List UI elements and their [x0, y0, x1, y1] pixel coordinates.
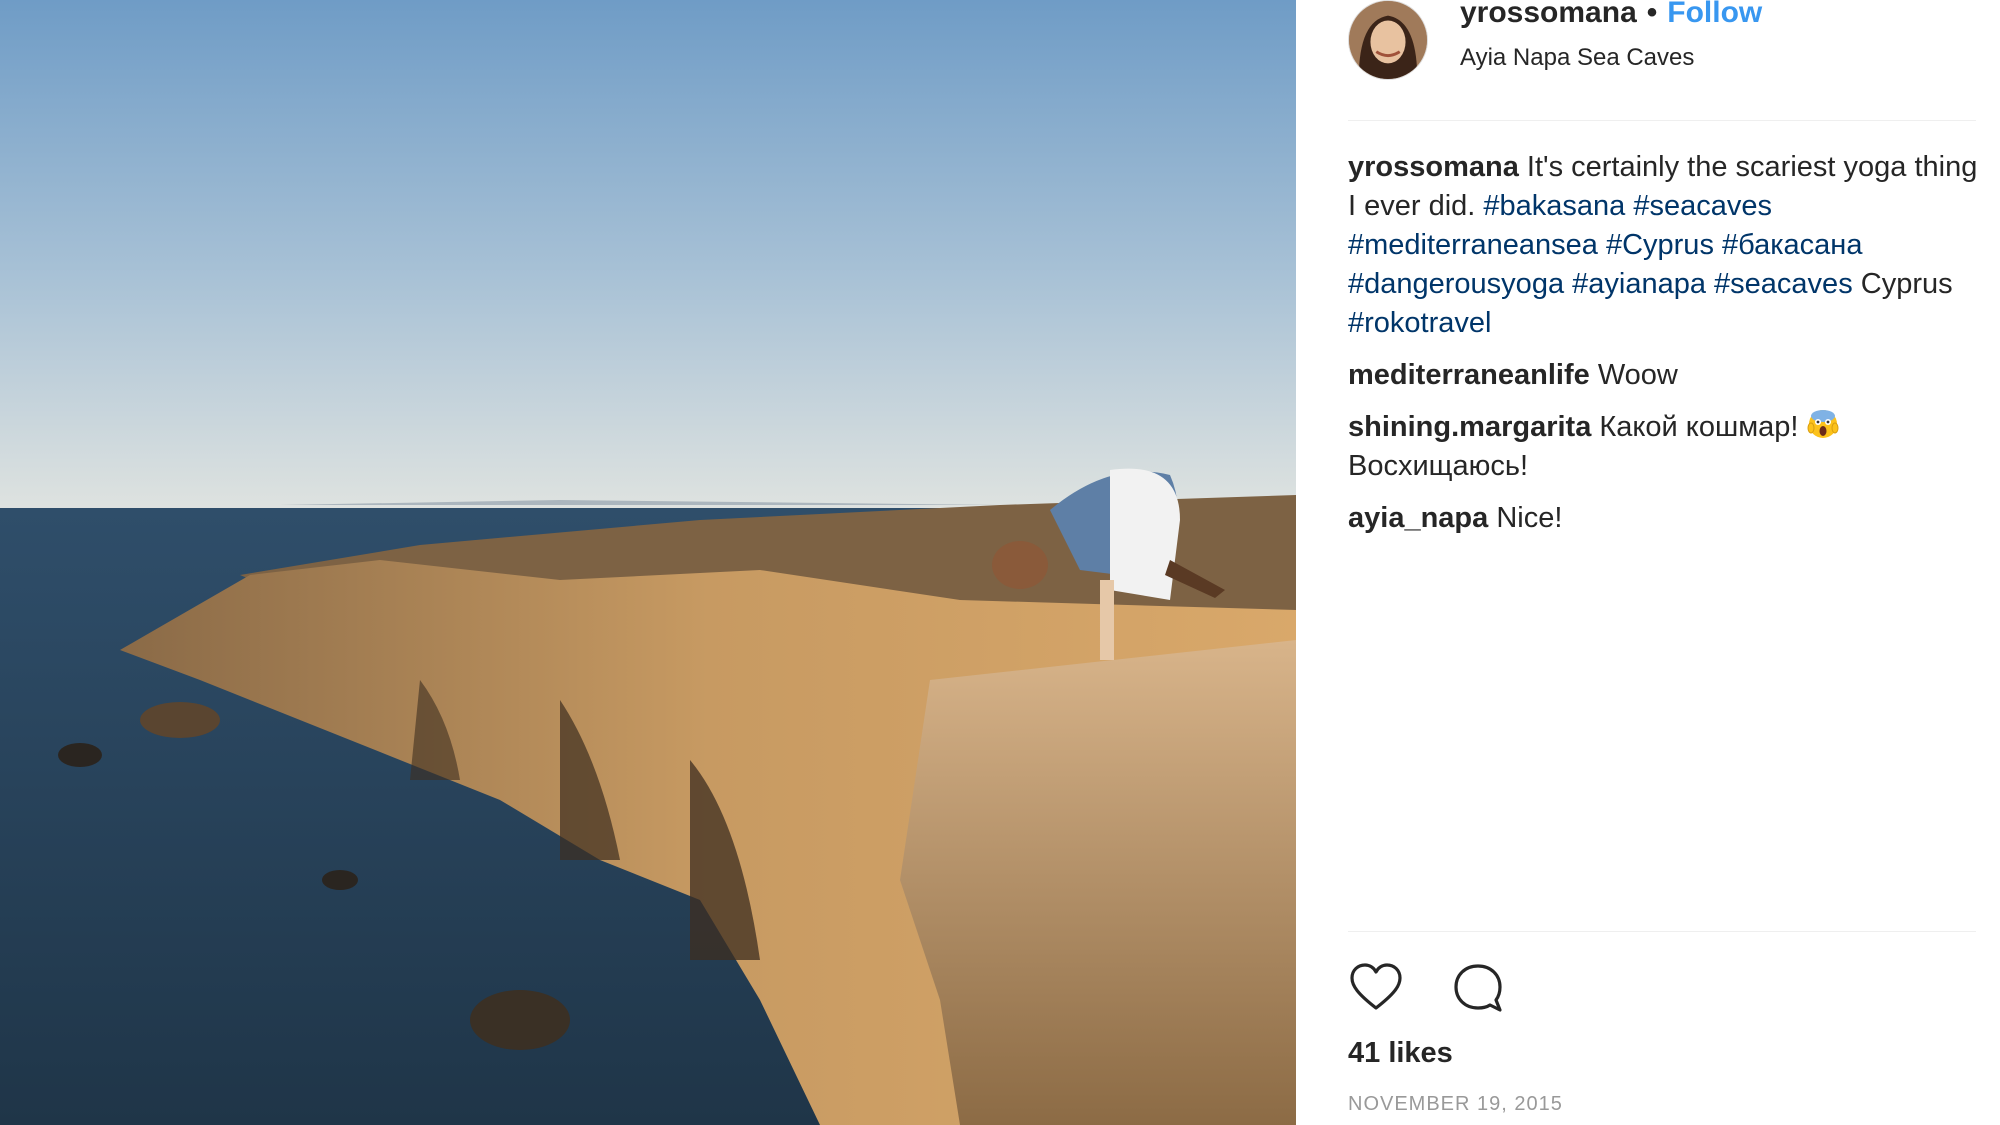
hashtag-link[interactable]: #bakasana	[1483, 190, 1625, 222]
comments-list: yrossomana It's certainly the scariest y…	[1348, 148, 1988, 551]
instagram-post: yrossomana • Follow Ayia Napa Sea Caves yr…	[0, 0, 2000, 1125]
comment-item: ayia_napa Nice!	[1348, 499, 1988, 538]
hashtag-link[interactable]: #seacaves	[1714, 268, 1853, 300]
avatar[interactable]	[1348, 0, 1428, 80]
comment-username[interactable]: ayia_napa	[1348, 502, 1488, 534]
hashtag-link[interactable]: #Cyprus	[1606, 229, 1714, 261]
heart-outline-icon	[1350, 963, 1402, 1010]
separator-dot: •	[1646, 0, 1658, 29]
hashtag-link[interactable]: #seacaves	[1633, 190, 1772, 222]
post-photo[interactable]	[0, 0, 1296, 1125]
comment-username[interactable]: yrossomana	[1348, 151, 1519, 183]
post-date[interactable]: NOVEMBER 19, 2015	[1348, 1093, 1563, 1116]
location-link[interactable]: Ayia Napa Sea Caves	[1460, 44, 1694, 72]
comment-text: Nice!	[1488, 502, 1563, 534]
comment-text	[1598, 229, 1606, 261]
likes-count[interactable]: 41 likes	[1348, 1037, 1453, 1070]
comment-text	[1564, 268, 1572, 300]
comment-button[interactable]	[1450, 960, 1506, 1016]
comment-text: Какой кошмар!	[1591, 411, 1807, 443]
like-button[interactable]	[1348, 960, 1404, 1016]
post-sidebar: yrossomana • Follow Ayia Napa Sea Caves yr…	[1296, 0, 2000, 1125]
comment-item: yrossomana It's certainly the scariest y…	[1348, 148, 1988, 343]
divider	[1348, 931, 1976, 932]
hashtag-link[interactable]: #бакасана	[1722, 229, 1862, 261]
comment-username[interactable]: mediterraneanlife	[1348, 359, 1590, 391]
comment-text	[1714, 229, 1722, 261]
comment-username[interactable]: shining.margarita	[1348, 411, 1591, 443]
avatar-image-icon	[1349, 1, 1427, 79]
comment-text: Cyprus	[1852, 268, 1953, 300]
comment-text: Восхищаюсь!	[1348, 450, 1529, 482]
post-header: yrossomana • Follow Ayia Napa Sea Caves	[1348, 0, 1976, 121]
hashtag-link[interactable]: #rokotravel	[1348, 307, 1491, 339]
header-user-line: yrossomana • Follow	[1460, 0, 1762, 30]
comment-text	[1706, 268, 1714, 300]
hashtag-link[interactable]: #ayianapa	[1572, 268, 1706, 300]
comment-item: mediterraneanlife Woow	[1348, 356, 1988, 395]
hashtag-link[interactable]: #dangerousyoga	[1348, 268, 1564, 300]
speech-bubble-icon	[1454, 964, 1502, 1012]
comment-text: Woow	[1589, 359, 1678, 391]
header-username[interactable]: yrossomana	[1460, 0, 1637, 29]
screaming-face-icon	[1807, 408, 1839, 440]
comment-item: shining.margarita Какой кошмар! Восхищаю…	[1348, 408, 1988, 486]
sea-cliff-photo	[0, 0, 1296, 1125]
follow-button[interactable]: Follow	[1667, 0, 1762, 29]
hashtag-link[interactable]: #mediterraneansea	[1348, 229, 1598, 261]
action-bar	[1348, 960, 1506, 1016]
